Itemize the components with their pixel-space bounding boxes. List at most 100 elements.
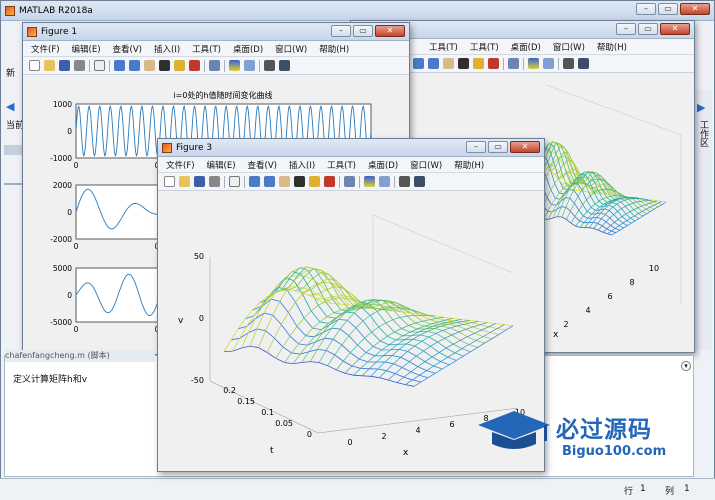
figure2-minimize-button[interactable]: –: [616, 23, 636, 35]
figure1-menu-insert[interactable]: 插入(I): [154, 43, 180, 55]
brush-icon[interactable]: [189, 60, 200, 71]
print-icon[interactable]: [209, 176, 220, 187]
matlab-titlebar: MATLAB R2018a: [1, 1, 714, 21]
panel-1-ytick: 2000: [53, 181, 72, 190]
rotate-icon[interactable]: [159, 60, 170, 71]
watermark-brand: 必过源码: [556, 417, 652, 443]
figure2-close-button[interactable]: ✕: [660, 23, 690, 35]
figure3-title: Figure 3: [176, 142, 213, 153]
figure1-toolbar: [23, 57, 409, 75]
pan-icon[interactable]: [144, 60, 155, 71]
brush-icon[interactable]: [324, 176, 335, 187]
zoom-in-icon[interactable]: [249, 176, 260, 187]
new-figure-icon[interactable]: [29, 60, 40, 71]
figure3-close-button[interactable]: ✕: [510, 141, 540, 153]
fig2-xlabel: x: [553, 330, 559, 340]
figure1-menu-help[interactable]: 帮助(H): [319, 43, 349, 55]
figure3-menu-edit[interactable]: 编辑(E): [207, 159, 236, 171]
fig3-surface-mesh-row: [266, 271, 457, 361]
pointer-icon[interactable]: [94, 60, 105, 71]
save-icon[interactable]: [194, 176, 205, 187]
figure1-menu-window[interactable]: 窗口(W): [275, 43, 307, 55]
minimize-button[interactable]: –: [636, 3, 656, 15]
figure2-menu-help[interactable]: 帮助(H): [597, 41, 627, 53]
pan-icon[interactable]: [279, 176, 290, 187]
fig3-ttick: 0.15: [237, 397, 255, 406]
open-icon[interactable]: [179, 176, 190, 187]
panel-2-ytick: 0: [67, 291, 72, 300]
colorbar-icon[interactable]: [229, 60, 240, 71]
figure1-close-button[interactable]: ✕: [375, 25, 405, 37]
figure-icon: [27, 26, 37, 37]
open-icon[interactable]: [44, 60, 55, 71]
legend-icon[interactable]: [244, 60, 255, 71]
figure1-menu-desktop[interactable]: 桌面(D): [233, 43, 263, 55]
show-tools-icon[interactable]: [414, 176, 425, 187]
new-figure-icon[interactable]: [164, 176, 175, 187]
figure1-menu-file[interactable]: 文件(F): [31, 43, 60, 55]
figure3-menu-desktop[interactable]: 桌面(D): [368, 159, 398, 171]
colorbar-icon[interactable]: [528, 58, 539, 69]
zoom-out-icon[interactable]: [428, 58, 439, 69]
datacursor-icon[interactable]: [174, 60, 185, 71]
zoom-out-icon[interactable]: [264, 176, 275, 187]
panel-2-xtick: 0: [74, 325, 79, 334]
maximize-button[interactable]: ▭: [658, 3, 678, 15]
figure3-menu-tools[interactable]: 工具(T): [327, 159, 356, 171]
panel-1-ytick: 0: [67, 208, 72, 217]
print-icon[interactable]: [74, 60, 85, 71]
datacursor-icon[interactable]: [309, 176, 320, 187]
matlab-logo-icon: [5, 5, 15, 16]
datacursor-icon[interactable]: [473, 58, 484, 69]
editor-file-kind: (脚本): [87, 351, 110, 360]
panel-0-ytick: 1000: [53, 100, 72, 109]
pan-icon[interactable]: [443, 58, 454, 69]
link-icon[interactable]: [508, 58, 519, 69]
editor-tab[interactable]: chafenfangcheng.m (脚本): [5, 350, 155, 362]
legend-icon[interactable]: [379, 176, 390, 187]
figure1-menu-edit[interactable]: 编辑(E): [72, 43, 101, 55]
rotate-icon[interactable]: [458, 58, 469, 69]
figure3-menu-view[interactable]: 查看(V): [248, 159, 277, 171]
close-button[interactable]: ✕: [680, 3, 710, 15]
fig3-grid-top: [372, 214, 514, 274]
save-icon[interactable]: [59, 60, 70, 71]
figure2-menu-desktop[interactable]: 桌面(D): [511, 41, 541, 53]
back-arrow-icon[interactable]: ◀: [6, 100, 18, 113]
workspace-tab[interactable]: 工作区: [698, 120, 710, 147]
figure2-menu-tools[interactable]: 工具(T): [470, 41, 499, 53]
legend-icon[interactable]: [543, 58, 554, 69]
figure1-plot-title: i=0处的h值随时间变化曲线: [173, 90, 272, 100]
rotate-icon[interactable]: [294, 176, 305, 187]
colorbar-icon[interactable]: [364, 176, 375, 187]
status-col-label: 列: [665, 487, 675, 497]
right-arrow-icon[interactable]: ▶: [697, 101, 705, 114]
show-tools-icon[interactable]: [578, 58, 589, 69]
figure2-maximize-button[interactable]: ▭: [638, 23, 658, 35]
zoom-out-icon[interactable]: [129, 60, 140, 71]
figure1-menu-view[interactable]: 查看(V): [113, 43, 142, 55]
link-icon[interactable]: [344, 176, 355, 187]
figure3-menu-insert[interactable]: 插入(I): [289, 159, 315, 171]
figure2-menu-insert[interactable]: 工具(T): [429, 41, 458, 53]
pointer-icon[interactable]: [229, 176, 240, 187]
hide-tools-icon[interactable]: [399, 176, 410, 187]
zoom-in-icon[interactable]: [413, 58, 424, 69]
figure3-minimize-button[interactable]: –: [466, 141, 486, 153]
figure1-menu-tools[interactable]: 工具(T): [192, 43, 221, 55]
link-icon[interactable]: [209, 60, 220, 71]
hide-tools-icon[interactable]: [264, 60, 275, 71]
expand-icon[interactable]: ▾: [681, 361, 691, 371]
hide-tools-icon[interactable]: [563, 58, 574, 69]
figure2-menu-window[interactable]: 窗口(W): [553, 41, 585, 53]
figure3-menu-file[interactable]: 文件(F): [166, 159, 195, 171]
figure3-maximize-button[interactable]: ▭: [488, 141, 508, 153]
figure1-maximize-button[interactable]: ▭: [353, 25, 373, 37]
figure3-menu-window[interactable]: 窗口(W): [410, 159, 442, 171]
zoom-in-icon[interactable]: [114, 60, 125, 71]
show-tools-icon[interactable]: [279, 60, 290, 71]
figure3-toolbar: [158, 173, 544, 191]
figure3-menu-help[interactable]: 帮助(H): [454, 159, 484, 171]
figure1-minimize-button[interactable]: –: [331, 25, 351, 37]
brush-icon[interactable]: [488, 58, 499, 69]
